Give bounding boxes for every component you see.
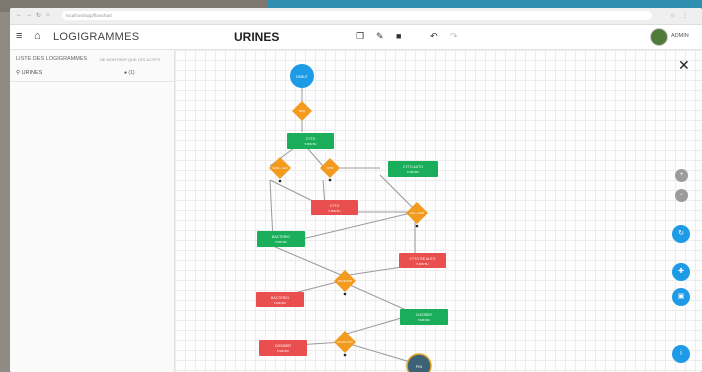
extension-icon[interactable]: ⋮ [682,12,688,19]
decision-node-1[interactable]: BOU [292,101,312,121]
sidebar-header: LISTE DES LOGIGRAMMES [16,56,88,62]
app-brand: LOGIGRAMMES [53,31,140,43]
box-sub: 5 MIN BU [274,301,286,305]
screen: ← → ↻ ⌂ localhost/app/flowchart ☆ ⋮ ≡ ⌂ … [10,8,702,372]
address-bar[interactable]: localhost/app/flowchart [62,11,652,20]
active-filter-toggle[interactable]: NE MONTRER QUE LES ACTIFS [100,57,160,62]
process-box-4[interactable]: BACTERIO 5 MIN BU [257,231,305,247]
decision-label: BOU [299,109,306,113]
decision-label: NITR [327,166,335,170]
box-sub: 5 MIN BU [328,209,340,213]
process-box-5[interactable]: CYTO RE AUTO 5 MIN BU [399,253,446,268]
process-box-2[interactable]: CYTO AUTO 5 MIN BU [388,161,438,177]
box-title: CYTO RE AUTO [410,257,436,261]
process-box-7[interactable]: DOSSIER 5 MIN BU [400,309,448,325]
start-label: DEBUT [296,75,309,79]
save-icon[interactable]: ▣ [672,288,690,306]
end-node[interactable]: FIN [406,353,432,372]
forward-icon[interactable]: → [26,12,32,18]
redo-icon[interactable]: ↷ [450,31,458,42]
refresh-icon[interactable]: ↻ [672,225,690,243]
connectors [269,75,418,365]
menu-icon[interactable]: ≡ [16,30,22,42]
undo-icon[interactable]: ↶ [430,31,438,42]
sidebar: LISTE DES LOGIGRAMMES NE MONTRER QUE LES… [10,50,175,372]
box-sub: 5 MIN BU [407,170,419,174]
decision-label: LEU + NITR [410,211,424,215]
end-label: FIN [416,364,423,369]
star-icon[interactable]: ☆ [670,12,675,19]
avatar[interactable] [650,28,668,46]
info-icon[interactable]: i [672,345,690,363]
process-box-8[interactable]: DOSSIER 5 MIN BU [259,340,307,356]
sidebar-item-count: ● (1) [124,70,135,76]
sidebar-item-urines[interactable]: ⚲ URINES ● (1) [16,70,168,80]
decision-node-2[interactable]: SANG + LEU [269,157,291,179]
box-title: BACTERIO [272,235,290,239]
zoom-out-icon[interactable]: − [675,189,688,202]
decision-node-4[interactable]: LEU + NITR [406,202,428,224]
decision-label: SANG + LEU [272,166,287,170]
decision-label: PAS B NITR [338,279,352,283]
process-box-3[interactable]: CYTO 5 MIN BU [311,200,358,215]
process-box-6[interactable]: BACTERIO 5 MIN BU [256,292,304,307]
box-sub: 5 MIN BU [275,240,287,244]
trash-icon[interactable]: ■ [396,31,401,41]
close-icon[interactable]: ✕ [678,58,690,72]
box-sub: 5 MIN BU [418,318,430,322]
count-text: (1) [128,70,135,76]
box-title: CYTO AUTO [403,165,423,169]
decision-label: PAS B CYTO [337,340,352,344]
box-sub: 5 MIN BU [277,349,289,353]
flowchart-svg: DEBUT BOU CYTO 5 MIN BU SANG + LEU NITR [256,64,448,372]
flowchart-canvas[interactable]: DEBUT BOU CYTO 5 MIN BU SANG + LEU NITR [175,50,702,372]
box-sub: 5 MIN BU [416,262,428,266]
box-sub: 5 MIN BU [304,142,316,146]
sidebar-item-label: URINES [21,70,43,76]
box-title: DOSSIER [416,313,432,317]
start-node[interactable]: DEBUT [290,64,314,88]
box-title: CYTO [306,137,316,141]
divider [10,81,174,82]
copy-icon[interactable]: ❐ [356,31,364,42]
browser-home-icon[interactable]: ⌂ [46,12,50,18]
pencil-icon[interactable]: ✎ [376,31,384,42]
app-header: ≡ ⌂ LOGIGRAMMES URINES ❐ ✎ ■ ↶ ↷ ADMIN [10,25,702,50]
decision-node-3[interactable]: NITR [320,158,340,178]
box-title: CYTO [330,204,340,208]
box-title: BACTERIO [271,296,289,300]
home-icon[interactable]: ⌂ [34,30,41,42]
browser-toolbar: ← → ↻ ⌂ localhost/app/flowchart ☆ ⋮ [10,8,702,25]
add-node-icon[interactable]: ✚ [672,263,690,281]
process-box-1[interactable]: CYTO 5 MIN BU [287,133,334,149]
box-title: DOSSIER [275,344,291,348]
reload-icon[interactable]: ↻ [36,12,41,19]
zoom-in-icon[interactable]: + [675,169,688,182]
user-name[interactable]: ADMIN [671,33,689,39]
page-title: URINES [234,30,280,44]
back-icon[interactable]: ← [16,12,22,18]
decision-node-6[interactable]: PAS B CYTO [334,331,356,353]
